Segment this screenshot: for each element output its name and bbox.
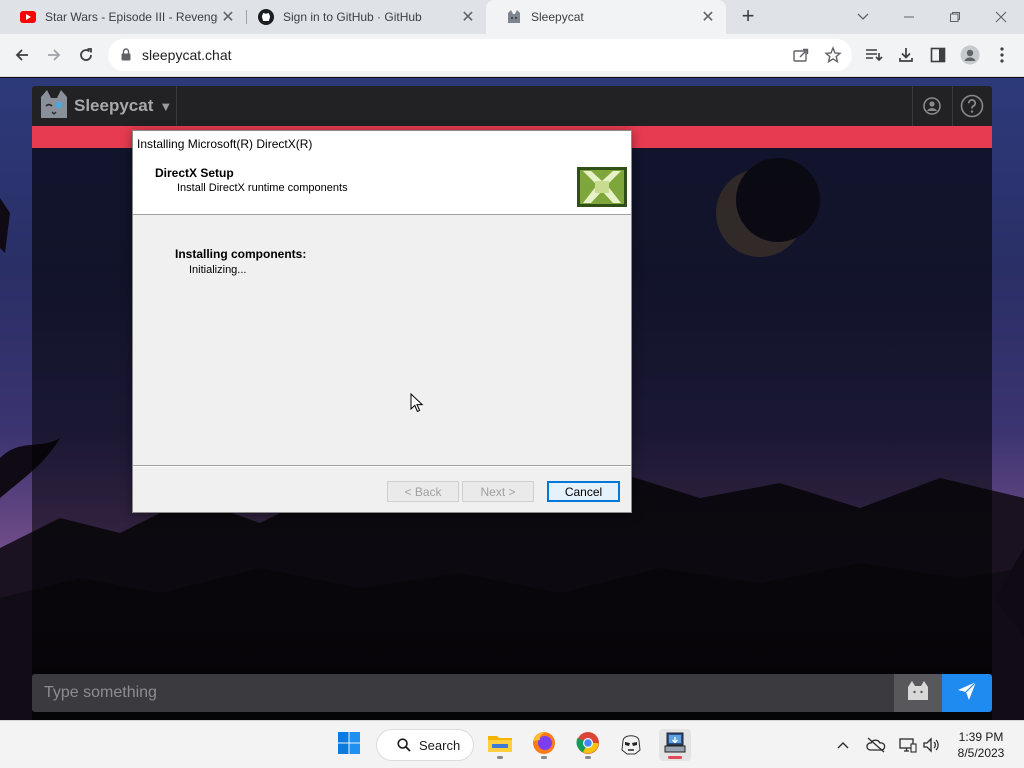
chevron-down-icon: ▼	[159, 98, 173, 114]
url-text: sleepycat.chat	[142, 47, 232, 63]
share-icon[interactable]	[792, 46, 810, 64]
cancel-button[interactable]: Cancel	[547, 481, 620, 502]
search-label: Search	[419, 737, 461, 753]
status-detail: Initializing...	[189, 264, 247, 276]
side-panel-icon[interactable]	[928, 45, 948, 65]
cat-face-icon	[906, 680, 930, 707]
restore-icon[interactable]	[932, 0, 978, 34]
browser-tab-strip: Star Wars - Episode III - Revenge ✕ Sign…	[0, 0, 1024, 34]
dialog-title: Installing Microsoft(R) DirectX(R)	[133, 131, 631, 156]
youtube-icon	[20, 9, 36, 25]
back-button[interactable]: < Back	[387, 481, 459, 502]
system-clock[interactable]: 1:39 PM 8/5/2023	[950, 729, 1012, 761]
directx-setup-dialog: Installing Microsoft(R) DirectX(R) Direc…	[132, 130, 632, 513]
running-indicator	[585, 756, 591, 759]
volume-icon[interactable]	[921, 735, 941, 755]
brand-name: Sleepycat	[74, 96, 154, 115]
directx-logo-icon	[577, 167, 627, 207]
clock-date: 8/5/2023	[957, 746, 1005, 760]
send-icon	[957, 681, 977, 706]
dialog-header: DirectX Setup Install DirectX runtime co…	[133, 156, 631, 215]
active-indicator	[668, 756, 682, 759]
dialog-header-subtitle: Install DirectX runtime components	[177, 182, 348, 194]
send-button[interactable]	[942, 674, 992, 712]
status-label: Installing components:	[175, 247, 307, 261]
tab-title: Sleepycat	[531, 10, 584, 24]
taskbar-search[interactable]: Search	[376, 729, 474, 761]
bookmark-star-icon[interactable]	[824, 46, 842, 64]
stormtrooper-icon	[620, 731, 642, 760]
dialog-header-title: DirectX Setup	[155, 166, 234, 180]
search-icon	[397, 738, 411, 755]
start-button[interactable]	[333, 729, 365, 761]
onedrive-offline-icon[interactable]	[866, 735, 886, 755]
windows-taskbar: Search 1:39 PM 8/5/2023	[0, 720, 1024, 768]
brand-menu[interactable]: Sleepycat ▼	[38, 88, 172, 124]
address-bar[interactable]: sleepycat.chat	[108, 39, 852, 71]
github-icon	[258, 9, 274, 25]
tab-github[interactable]: Sign in to GitHub · GitHub ✕	[238, 0, 486, 34]
message-composer	[32, 674, 992, 712]
show-hidden-icons-chevron-icon[interactable]	[833, 735, 853, 755]
stormtrooper-app-button[interactable]	[615, 729, 647, 761]
lock-icon[interactable]	[121, 48, 131, 66]
directx-setup-taskbar-button[interactable]	[659, 729, 691, 761]
help-icon[interactable]	[960, 94, 984, 118]
message-input[interactable]	[32, 674, 894, 712]
reload-icon[interactable]	[73, 42, 99, 68]
next-button[interactable]: Next >	[462, 481, 534, 502]
mouse-pointer-icon	[410, 393, 424, 413]
dialog-separator	[133, 465, 631, 467]
running-indicator	[541, 756, 547, 759]
running-indicator	[497, 756, 503, 759]
close-tab-icon[interactable]: ✕	[218, 7, 238, 27]
tab-sleepycat[interactable]: Sleepycat ✕	[486, 0, 726, 34]
forward-arrow-icon[interactable]	[41, 42, 67, 68]
tab-youtube[interactable]: Star Wars - Episode III - Revenge ✕	[0, 0, 246, 34]
clock-time: 1:39 PM	[958, 730, 1004, 744]
browser-menu-icon[interactable]	[992, 45, 1012, 65]
cat-emote-button[interactable]	[894, 674, 942, 712]
download-icon[interactable]	[896, 45, 916, 65]
app-header: Sleepycat ▼	[32, 86, 992, 126]
network-icon[interactable]	[898, 735, 918, 755]
tab-search-icon[interactable]	[840, 0, 886, 34]
close-window-icon[interactable]	[978, 0, 1024, 34]
header-divider	[912, 86, 913, 126]
minimize-icon[interactable]	[886, 0, 932, 34]
browser-toolbar: sleepycat.chat	[0, 34, 1024, 77]
file-explorer-button[interactable]	[484, 729, 516, 761]
chrome-button[interactable]	[572, 729, 604, 761]
header-divider	[952, 86, 953, 126]
new-tab-button[interactable]: +	[737, 5, 759, 27]
windows-logo-icon	[337, 731, 361, 760]
account-icon[interactable]	[920, 94, 944, 118]
tab-title: Sign in to GitHub · GitHub	[283, 10, 422, 24]
firefox-button[interactable]	[528, 729, 560, 761]
folder-icon	[487, 732, 513, 759]
sleepycat-icon	[506, 9, 522, 25]
reading-list-icon[interactable]	[864, 45, 884, 65]
sleepycat-logo-icon	[38, 88, 70, 125]
back-arrow-icon[interactable]	[9, 42, 35, 68]
tab-title: Star Wars - Episode III - Revenge	[45, 10, 218, 24]
profile-avatar-icon[interactable]	[960, 45, 980, 65]
close-tab-icon[interactable]: ✕	[698, 7, 718, 27]
close-tab-icon[interactable]: ✕	[458, 7, 478, 27]
header-divider	[176, 86, 177, 126]
